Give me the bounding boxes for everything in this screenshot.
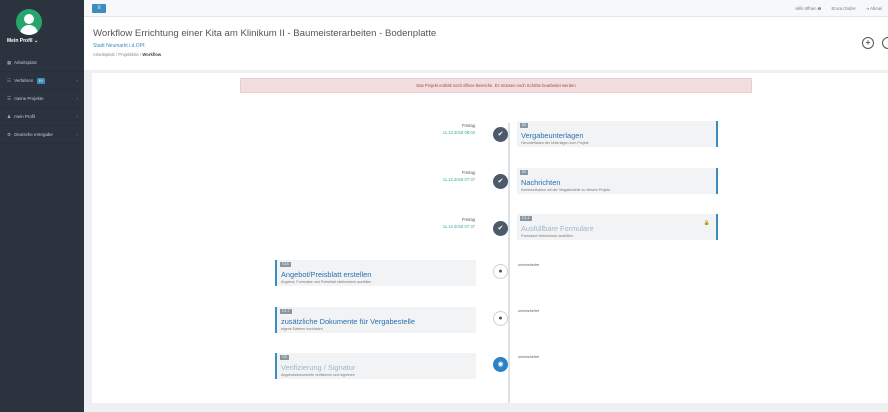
breadcrumb-projektliste[interactable]: Projektliste bbox=[118, 52, 138, 57]
step-date: 11.12.2018 08:04 bbox=[442, 130, 475, 135]
step-code: C1.1 bbox=[520, 216, 532, 221]
page-header: Workflow Errichtung einer Kita am Klinik… bbox=[84, 17, 888, 70]
count-badge: 19 bbox=[36, 78, 45, 84]
step-check-icon[interactable]: ✔ bbox=[493, 127, 508, 142]
add-button[interactable]: + bbox=[862, 37, 874, 49]
step-description: Angebot, Formulare und Preisblatt elektr… bbox=[281, 280, 372, 284]
step-code: 01 bbox=[520, 170, 528, 175]
avatar-head-shape bbox=[24, 14, 34, 24]
step-code: C5 bbox=[280, 355, 289, 360]
sidebar-item-label: Deutsche eVergabe bbox=[14, 132, 53, 137]
workflow-panel: Das Projekt enthält noch offene Bereiche… bbox=[92, 73, 888, 412]
sidebar-item-deutsche-evergabe[interactable]: ⚙ Deutsche eVergabe ‹ bbox=[0, 126, 84, 144]
step-card-signatur[interactable]: C5 Verifizierung / Signatur Angebotsdoku… bbox=[275, 353, 476, 379]
menu-icon: ☰ bbox=[7, 96, 11, 101]
sidebar-item-meine-projekte[interactable]: ☰ meine Projekte ‹ bbox=[0, 90, 84, 108]
avatar-body-shape bbox=[20, 25, 38, 35]
step-card-formulare[interactable]: C1.1 Ausfüllbare Formulare Formulare ele… bbox=[517, 214, 718, 240]
step-card-nachrichten[interactable]: 01 Nachrichten Kommunikation mit der Ver… bbox=[517, 168, 718, 194]
step-description: eigene Dateien hochladen bbox=[281, 327, 323, 331]
sidebar-item-label: Arbeitsplatz bbox=[13, 60, 37, 65]
step-date-label: Freitag 11.12.2018 07:37 bbox=[415, 170, 475, 182]
step-check-icon[interactable]: ✔ bbox=[493, 174, 508, 189]
step-status: unbearbeitet bbox=[518, 263, 540, 267]
more-button[interactable] bbox=[882, 37, 888, 49]
profile-menu[interactable]: Mein Profil ⌄ bbox=[7, 38, 38, 44]
dashboard-icon: ▦ bbox=[7, 60, 12, 65]
breadcrumb: Arbeitsplatz / Projektliste / Workflow bbox=[93, 52, 161, 57]
step-status: unbearbeitet bbox=[518, 355, 540, 359]
sidebar-item-label: mein Profil bbox=[14, 114, 35, 119]
breadcrumb-current: Workflow bbox=[142, 52, 162, 57]
avatar[interactable] bbox=[16, 9, 42, 35]
page-title: Workflow Errichtung einer Kita am Klinik… bbox=[93, 28, 437, 39]
gear-icon: ⚙ bbox=[7, 132, 11, 137]
step-code: 01 bbox=[520, 123, 528, 128]
sidebar-toggle-button[interactable]: ≡ bbox=[92, 4, 106, 13]
step-date-label: Freitag 11.12.2018 08:04 bbox=[415, 123, 475, 135]
step-status: unbearbeitet bbox=[518, 309, 540, 313]
step-code: C1.7 bbox=[280, 309, 292, 314]
step-description: Formulare elektronisch ausfüllen bbox=[521, 234, 573, 238]
help-link[interactable]: Hilfe öffnen ❷ bbox=[795, 6, 821, 11]
step-day: Freitag bbox=[461, 123, 475, 128]
step-day: Freitag bbox=[461, 217, 475, 222]
step-date: 11.12.2018 07:37 bbox=[442, 177, 475, 182]
logout-link[interactable]: ⇥ Abmel bbox=[866, 6, 882, 11]
step-day: Freitag bbox=[461, 170, 475, 175]
step-card-angebot[interactable]: C14 Angebot/Preisblatt erstellen Angebot… bbox=[275, 260, 476, 286]
chevron-left-icon: ‹ bbox=[76, 78, 78, 83]
chevron-left-icon: ‹ bbox=[76, 132, 78, 137]
step-description: Herunterladen der Unterlagen zum Projekt bbox=[521, 141, 589, 145]
timeline-line bbox=[508, 123, 510, 412]
step-card-zusaetzliche-dokumente[interactable]: C1.7 zusätzliche Dokumente für Vergabest… bbox=[275, 307, 476, 333]
sidebar-item-mein-profil[interactable]: ♟ mein Profil ‹ bbox=[0, 108, 84, 126]
step-code: C14 bbox=[280, 262, 291, 267]
sidebar-item-verfahren[interactable]: ☷ Verfahren 19 ‹ bbox=[0, 72, 84, 90]
lock-icon: 🔒 bbox=[703, 220, 710, 226]
step-check-icon[interactable]: ✔ bbox=[493, 221, 508, 236]
step-title: Ausfüllbare Formulare bbox=[521, 224, 594, 233]
chevron-left-icon: ‹ bbox=[76, 96, 78, 101]
top-links: Hilfe öffnen ❷ Emca GmbH ⇥ Abmel bbox=[786, 0, 882, 17]
user-icon: ♟ bbox=[7, 114, 11, 119]
step-active-icon[interactable]: ◉ bbox=[493, 357, 508, 372]
step-dot-icon[interactable]: ● bbox=[493, 264, 508, 279]
step-date-label: Freitag 11.12.2018 07:37 bbox=[415, 217, 475, 229]
warning-alert: Das Projekt enthält noch offene Bereiche… bbox=[240, 78, 752, 93]
step-date: 11.12.2018 07:37 bbox=[442, 224, 475, 229]
sidebar-item-arbeitsplatz[interactable]: ▦ Arbeitsplatz bbox=[0, 54, 84, 72]
sidebar-item-label: Verfahren bbox=[14, 78, 34, 83]
step-title[interactable]: Nachrichten bbox=[521, 178, 560, 187]
company-link[interactable]: Emca GmbH bbox=[832, 6, 856, 11]
step-description: Angebotsdokumente verifizieren und signi… bbox=[281, 373, 355, 377]
step-dot-icon[interactable]: ● bbox=[493, 311, 508, 326]
step-title: Verifizierung / Signatur bbox=[281, 363, 356, 372]
step-title[interactable]: Vergabeunterlagen bbox=[521, 131, 583, 140]
chevron-left-icon: ‹ bbox=[76, 114, 78, 119]
list-icon: ☷ bbox=[7, 78, 11, 83]
page-subtitle: Stadt Neumarkt i.d.OPf. bbox=[93, 43, 146, 49]
topbar: ≡ Hilfe öffnen ❷ Emca GmbH ⇥ Abmel bbox=[84, 0, 888, 17]
step-title[interactable]: Angebot/Preisblatt erstellen bbox=[281, 270, 371, 279]
step-description: Kommunikation mit der Vergabestelle zu d… bbox=[521, 188, 611, 192]
step-card-vergabeunterlagen[interactable]: 01 Vergabeunterlagen Herunterladen der U… bbox=[517, 121, 718, 147]
sidebar-nav: ▦ Arbeitsplatz ☷ Verfahren 19 ‹ ☰ meine … bbox=[0, 54, 84, 144]
sidebar: Mein Profil ⌄ ▦ Arbeitsplatz ☷ Verfahren… bbox=[0, 0, 84, 412]
footer bbox=[84, 403, 888, 412]
breadcrumb-arbeitsplatz[interactable]: Arbeitsplatz bbox=[93, 52, 115, 57]
step-title[interactable]: zusätzliche Dokumente für Vergabestelle bbox=[281, 317, 415, 326]
sidebar-item-label: meine Projekte bbox=[14, 96, 44, 101]
